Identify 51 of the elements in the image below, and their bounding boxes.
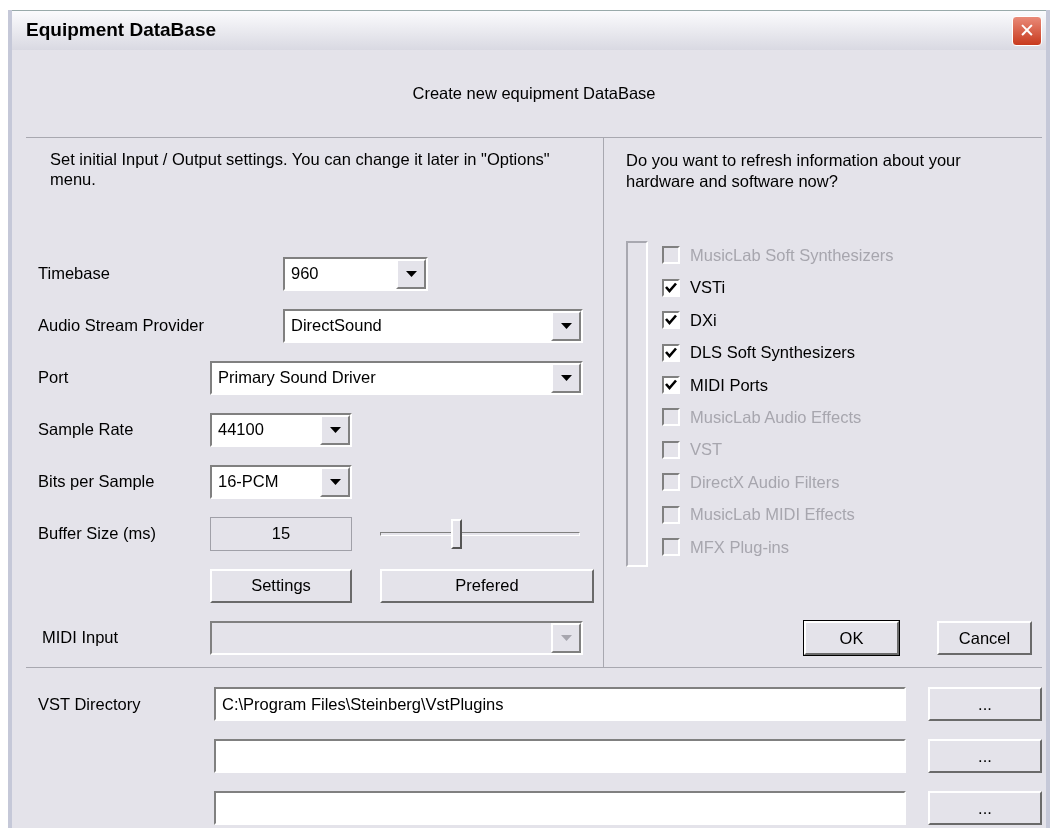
checkbox-row: DirectX Audio Filters [662,466,894,499]
window-title: Equipment DataBase [26,18,217,43]
dropdown-arrow-icon [560,374,572,381]
checkbox[interactable] [662,278,680,297]
slider-thumb[interactable] [451,518,462,549]
checkbox-row: MFX Plug-ins [662,530,894,564]
field-label: Bits per Sample [38,471,156,493]
field-label: Port [38,367,70,389]
dropdown[interactable]: Primary Sound Driver [210,360,583,395]
close-button[interactable]: ✕ [1012,15,1042,46]
dropdown-arrow-icon [329,478,341,485]
browse-button[interactable]: ... [927,687,1042,721]
field-label: MIDI Input [41,627,120,649]
checkbox-row: MusicLab Soft Synthesizers [662,239,894,272]
slider-track[interactable] [380,518,580,549]
checkbox-row[interactable]: MIDI Ports [662,368,894,402]
instruction-text: Set initial Input / Output settings. You can change it later in "Options" menu. [50,150,551,190]
field-label: VST Directory [38,693,142,715]
checkbox-row: MusicLab Audio Effects [662,401,894,434]
checkbox-row[interactable]: VSTi [662,271,894,305]
dropdown-arrow-icon [560,322,572,329]
push-button[interactable]: Prefered [380,568,594,603]
checkbox[interactable] [662,311,680,330]
checkbox-row[interactable]: DXi [662,304,894,337]
checkbox-row[interactable]: DLS Soft Synthesizers [662,336,894,369]
dropdown[interactable]: DirectSound [283,308,583,343]
dropdown[interactable]: 960 [283,256,428,291]
path-field[interactable] [214,791,906,825]
browse-button[interactable]: ... [927,739,1042,773]
field-label: Audio Stream Provider [38,315,205,337]
push-button[interactable]: Settings [210,568,352,603]
checkbox-row: MusicLab MIDI Effects [662,498,894,531]
question-text: Do you want to refresh information about your hardware and software now? [626,150,962,192]
dropdown[interactable]: 16-PCM [210,464,352,499]
field-label: Timebase [38,263,111,285]
dropdown-arrow-icon [329,426,341,433]
dropdown[interactable]: 44100 [210,412,352,447]
dropdown-arrow-icon [560,634,572,641]
path-field[interactable] [214,739,906,773]
readonly-field: 15 [210,516,352,551]
field-label: Sample Rate [38,419,135,441]
checkbox-row: VST [662,433,894,466]
path-field[interactable]: C:\Program Files\Steinberg\VstPlugins [214,687,906,721]
cancel-button[interactable]: Cancel [937,621,1032,655]
checkbox[interactable] [662,343,680,362]
browse-button[interactable]: ... [927,791,1042,825]
checkbox[interactable] [662,376,680,394]
section-heading: Create new equipment DataBase [412,83,656,105]
field-label: Buffer Size (ms) [38,523,157,545]
dropdown-arrow-icon [405,270,417,277]
ok-button[interactable]: OK [804,621,899,655]
